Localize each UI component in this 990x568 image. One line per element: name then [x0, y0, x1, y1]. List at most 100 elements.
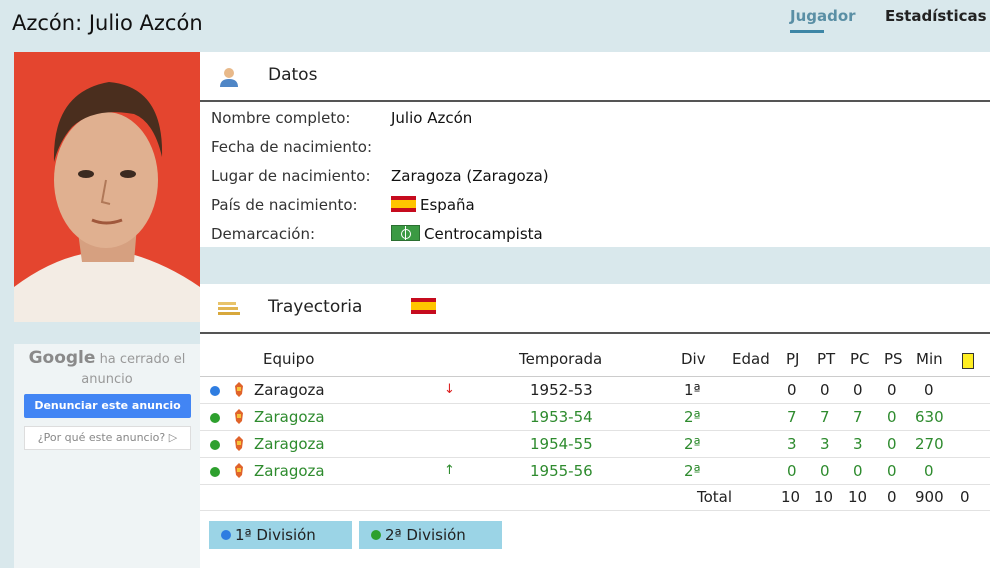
ps: 0 — [887, 381, 897, 399]
division: 2ª — [684, 462, 701, 480]
legend-segunda: 2ª División — [359, 521, 502, 549]
info-label: Lugar de nacimiento: — [211, 167, 371, 185]
team-name[interactable]: Zaragoza — [254, 435, 325, 453]
info-label: Demarcación: — [211, 225, 316, 243]
col-temporada: Temporada — [519, 350, 603, 368]
google-logo-text: Google — [28, 348, 96, 368]
team-name[interactable]: Zaragoza — [254, 462, 325, 480]
col-ps: PS — [884, 350, 903, 368]
col-equipo: Equipo — [263, 350, 315, 368]
season[interactable]: 1955-56 — [530, 462, 593, 480]
pc: 7 — [853, 408, 863, 426]
report-ad-button[interactable]: Denunciar este anuncio — [24, 394, 191, 418]
pt: 7 — [820, 408, 830, 426]
division-dot-icon — [210, 413, 220, 423]
info-value-position: Centrocampista — [391, 220, 543, 248]
relegation-arrow-icon: ↓ — [444, 382, 455, 397]
total-row: Total 10 10 10 0 900 0 — [200, 484, 990, 511]
page-title: Azcón: Julio Azcón — [12, 11, 203, 35]
trayectoria-title: Trayectoria — [268, 297, 363, 317]
spain-flag-icon[interactable] — [411, 298, 436, 314]
col-pj: PJ — [786, 350, 800, 368]
country-name: España — [420, 196, 475, 214]
col-min: Min — [916, 350, 943, 368]
min: 270 — [915, 435, 944, 453]
pc: 3 — [853, 435, 863, 453]
player-photo — [14, 52, 200, 322]
tab-jugador[interactable]: Jugador — [790, 7, 856, 33]
total-pt: 10 — [814, 488, 834, 506]
trayectoria-header: Trayectoria — [200, 284, 990, 334]
datos-title: Datos — [268, 65, 318, 85]
tab-jugador-label: Jugador — [790, 7, 856, 25]
pt: 0 — [820, 381, 830, 399]
total-ps: 0 — [887, 488, 897, 506]
person-icon — [220, 68, 238, 87]
info-label: Fecha de nacimiento: — [211, 138, 373, 156]
division-dot-icon — [210, 467, 220, 477]
yellow-card-icon — [962, 353, 974, 369]
pj: 0 — [787, 462, 797, 480]
total-pc: 10 — [848, 488, 868, 506]
tab-estadisticas[interactable]: Estadísticas — [885, 7, 987, 25]
ps: 0 — [887, 435, 897, 453]
division-dot-icon — [210, 440, 220, 450]
team-name[interactable]: Zaragoza — [254, 381, 325, 399]
pt: 0 — [820, 462, 830, 480]
ps: 0 — [887, 462, 897, 480]
datos-header: Datos — [200, 52, 990, 102]
trayectoria-section: Trayectoria Equipo Temporada Div Edad PJ… — [200, 284, 990, 568]
pitch-icon — [391, 225, 420, 241]
pc: 0 — [853, 381, 863, 399]
table-row: Zaragoza ↑ 1955-56 2ª 0 0 0 0 0 — [200, 458, 990, 485]
col-div: Div — [681, 350, 706, 368]
team-name[interactable]: Zaragoza — [254, 408, 325, 426]
table-row: Zaragoza 1953-54 2ª 7 7 7 0 630 — [200, 404, 990, 431]
division-dot-icon — [210, 386, 220, 396]
min: 630 — [915, 408, 944, 426]
division: 2ª — [684, 435, 701, 453]
season[interactable]: 1952-53 — [530, 381, 593, 399]
promotion-arrow-icon: ↑ — [444, 463, 455, 478]
col-pt: PT — [817, 350, 836, 368]
team-crest-icon — [235, 382, 243, 397]
min: 0 — [924, 462, 934, 480]
total-label: Total — [697, 488, 733, 506]
info-value: Zaragoza (Zaragoza) — [391, 167, 549, 185]
pc: 0 — [853, 462, 863, 480]
season[interactable]: 1953-54 — [530, 408, 593, 426]
season[interactable]: 1954-55 — [530, 435, 593, 453]
legend-dot-icon — [371, 530, 381, 540]
col-edad: Edad — [732, 350, 770, 368]
ad-closed-message: Google ha cerrado el anuncio — [14, 348, 200, 390]
active-tab-underline — [790, 30, 824, 33]
info-label: País de nacimiento: — [211, 196, 358, 214]
table-row: Zaragoza 1954-55 2ª 3 3 3 0 270 — [200, 431, 990, 458]
ad-closed-box: Google ha cerrado el anuncio Denunciar e… — [14, 344, 200, 568]
ps: 0 — [887, 408, 897, 426]
legend-dot-icon — [221, 530, 231, 540]
legend-label: 1ª División — [235, 526, 316, 544]
total-min: 900 — [915, 488, 944, 506]
col-pc: PC — [850, 350, 870, 368]
min: 0 — [924, 381, 934, 399]
pj: 7 — [787, 408, 797, 426]
why-this-ad-button[interactable]: ¿Por qué este anuncio? ▷ — [24, 426, 191, 450]
stack-icon — [218, 302, 240, 315]
pj: 3 — [787, 435, 797, 453]
pt: 3 — [820, 435, 830, 453]
team-crest-icon — [235, 436, 243, 451]
table-row: Zaragoza ↓ 1952-53 1ª 0 0 0 0 0 — [200, 377, 990, 404]
division: 1ª — [684, 381, 701, 399]
pj: 0 — [787, 381, 797, 399]
info-value-country: España — [391, 191, 475, 219]
division: 2ª — [684, 408, 701, 426]
legend-label: 2ª División — [385, 526, 466, 544]
team-crest-icon — [235, 463, 243, 478]
team-crest-icon — [235, 409, 243, 424]
total-pj: 10 — [781, 488, 801, 506]
info-value: Julio Azcón — [391, 109, 473, 127]
legend-primera: 1ª División — [209, 521, 352, 549]
ad-closed-text: ha cerrado el anuncio — [81, 352, 186, 387]
page-header: Azcón: Julio Azcón Jugador Estadísticas — [0, 0, 990, 50]
